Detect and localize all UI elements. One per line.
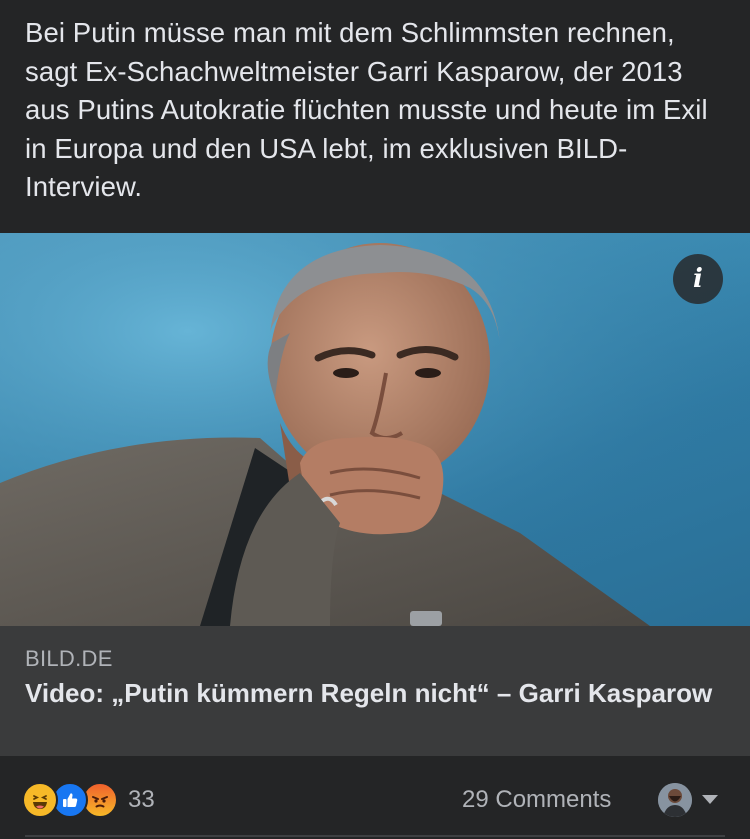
photo-illustration	[0, 233, 750, 626]
link-title[interactable]: Video: „Putin kümmern Regeln nicht“ – Ga…	[25, 677, 715, 710]
link-preview-card[interactable]: BILD.DE Video: „Putin kümmern Regeln nic…	[0, 626, 750, 756]
link-domain: BILD.DE	[25, 646, 113, 671]
reactions-summary[interactable]	[22, 782, 132, 818]
post-text: Bei Putin müsse man mit dem Schlimmsten …	[25, 17, 708, 202]
comments-count-link[interactable]: 29 Comments	[462, 786, 611, 814]
post-photo[interactable]	[0, 233, 750, 626]
haha-reaction-icon	[22, 782, 58, 818]
info-icon[interactable]: i	[673, 254, 723, 304]
post-footer: 33 29 Comments	[0, 770, 750, 830]
avatar[interactable]	[658, 783, 692, 817]
divider	[25, 835, 725, 837]
chevron-down-icon[interactable]	[702, 795, 718, 804]
reaction-count[interactable]: 33	[128, 786, 155, 814]
